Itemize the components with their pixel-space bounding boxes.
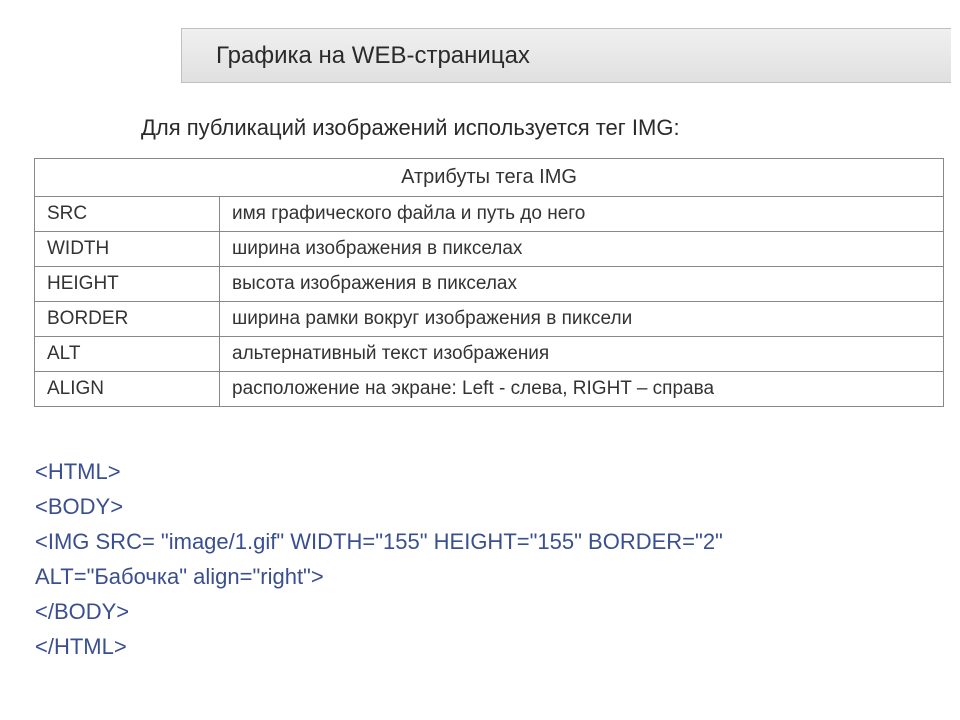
code-line: <HTML> bbox=[35, 455, 723, 488]
attr-name: ALT bbox=[35, 337, 220, 372]
table-row: ALIGN расположение на экране: Left - сле… bbox=[35, 372, 944, 407]
table-row: HEIGHT высота изображения в пикселах bbox=[35, 267, 944, 302]
code-example: <HTML> <BODY> <IMG SRC= "image/1.gif" WI… bbox=[35, 455, 723, 665]
attr-name: HEIGHT bbox=[35, 267, 220, 302]
attr-desc: ширина рамки вокруг изображения в пиксел… bbox=[220, 302, 944, 337]
table-row: ALT альтернативный текст изображения bbox=[35, 337, 944, 372]
code-line: ALT="Бабочка" align="right"> bbox=[35, 560, 723, 593]
attr-desc: расположение на экране: Left - слева, RI… bbox=[220, 372, 944, 407]
table-row: WIDTH ширина изображения в пикселах bbox=[35, 232, 944, 267]
intro-text: Для публикаций изображений используется … bbox=[141, 115, 680, 141]
attr-name: SRC bbox=[35, 197, 220, 232]
attr-desc: высота изображения в пикселах bbox=[220, 267, 944, 302]
title-bar: Графика на WEB-страницах bbox=[181, 28, 951, 83]
attr-name: BORDER bbox=[35, 302, 220, 337]
attr-desc: альтернативный текст изображения bbox=[220, 337, 944, 372]
attr-desc: ширина изображения в пикселах bbox=[220, 232, 944, 267]
code-line: <BODY> bbox=[35, 490, 723, 523]
table-row: BORDER ширина рамки вокруг изображения в… bbox=[35, 302, 944, 337]
table-header: Атрибуты тега IMG bbox=[35, 159, 944, 197]
table-row: SRC имя графического файла и путь до нег… bbox=[35, 197, 944, 232]
attr-name: WIDTH bbox=[35, 232, 220, 267]
code-line: <IMG SRC= "image/1.gif" WIDTH="155" HEIG… bbox=[35, 525, 723, 558]
attributes-table: Атрибуты тега IMG SRC имя графического ф… bbox=[34, 158, 944, 407]
attr-name: ALIGN bbox=[35, 372, 220, 407]
code-line: </BODY> bbox=[35, 595, 723, 628]
attr-desc: имя графического файла и путь до него bbox=[220, 197, 944, 232]
code-line: </HTML> bbox=[35, 630, 723, 663]
page-title: Графика на WEB-страницах bbox=[216, 42, 530, 70]
